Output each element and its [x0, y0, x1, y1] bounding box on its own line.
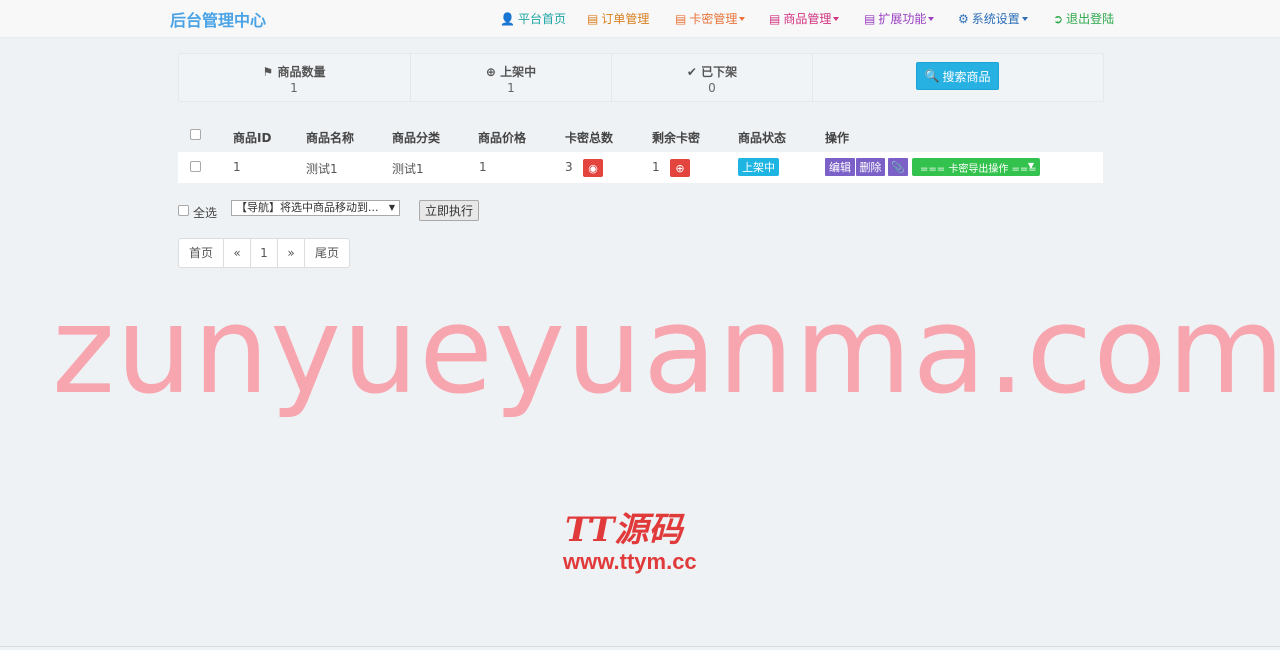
stats-panel: ⚑ 商品数量 1 ⊕ 上架中 1 ✔ 已下架 0 🔍 搜索商品 [178, 53, 1104, 102]
search-icon: 🔍 [924, 69, 940, 83]
link-button[interactable]: 📎 [888, 158, 908, 176]
stat-on-sale-value: 1 [507, 81, 515, 95]
paperclip-icon: 📎 [891, 160, 905, 174]
nav-home-label: 平台首页 [517, 12, 566, 26]
eye-icon: ◉ [588, 161, 598, 175]
watermark-text: zunyueyuanma.com [52, 282, 1280, 421]
col-header-total-cards: 卡密总数 [565, 131, 614, 145]
nav-logout[interactable]: ➲ 退出登陆 [1053, 10, 1114, 27]
select-all-label[interactable]: 全选 [193, 204, 217, 221]
list-icon: ▤ [769, 12, 781, 26]
gear-icon: ⚙ [958, 12, 969, 26]
card-export-select[interactable]: === 卡密导出操作 === ▼ [912, 158, 1040, 176]
chevron-down-icon: ▼ [1027, 161, 1034, 170]
stat-total-label: 商品数量 [277, 65, 326, 79]
nav-cards-label: 卡密管理 [689, 12, 738, 26]
flag-icon: ⚑ [262, 65, 274, 79]
col-header-price: 商品价格 [478, 131, 527, 145]
divider [0, 646, 1280, 647]
logo-url: www.ttym.cc [563, 549, 697, 574]
stat-off-sale-label: 已下架 [701, 65, 738, 79]
divider [812, 54, 813, 101]
page-1[interactable]: 1 [251, 239, 278, 267]
nav-products[interactable]: ▤ 商品管理 [769, 10, 840, 27]
col-header-name: 商品名称 [306, 131, 355, 145]
chevron-down-icon [928, 17, 935, 21]
search-products-button[interactable]: 🔍 搜索商品 [916, 62, 999, 90]
nav-settings[interactable]: ⚙ 系统设置 [958, 10, 1028, 27]
delete-button[interactable]: 删除 [856, 158, 885, 176]
nav-orders-label: 订单管理 [601, 12, 650, 26]
col-header-actions: 操作 [825, 131, 850, 145]
nav-orders[interactable]: ▤ 订单管理 [587, 10, 649, 27]
chevron-down-icon: ▼ [388, 203, 395, 212]
plus-circle-icon: ⊕ [485, 65, 496, 79]
stat-on-sale-label: 上架中 [500, 65, 537, 79]
nav-settings-label: 系统设置 [971, 12, 1020, 26]
search-products-label: 搜索商品 [942, 69, 991, 84]
pagination: 首页 « 1 » 尾页 [178, 238, 350, 268]
check-icon: ✔ [686, 65, 697, 79]
page-last[interactable]: 尾页 [305, 239, 349, 267]
select-all-header-checkbox[interactable] [190, 129, 201, 140]
page-first[interactable]: 首页 [179, 239, 224, 267]
status-badge[interactable]: 上架中 [738, 158, 779, 176]
bulk-move-select-value: 【导航】将选中商品移动到... [236, 201, 379, 214]
nav-extensions-label: 扩展功能 [878, 12, 927, 26]
card-export-label: === 卡密导出操作 === [920, 163, 1037, 175]
plus-circle-icon: ⊕ [675, 161, 685, 175]
col-header-status: 商品状态 [738, 131, 787, 145]
logout-icon: ➲ [1053, 12, 1064, 26]
list-icon: ▤ [587, 12, 599, 26]
chevron-down-icon [833, 17, 840, 21]
select-all-checkbox[interactable] [178, 205, 189, 216]
stat-total-value: 1 [290, 81, 298, 95]
cell-name: 测试1 [306, 162, 338, 176]
nav-products-label: 商品管理 [783, 12, 832, 26]
stat-off-sale-value: 0 [708, 81, 716, 95]
list-icon: ▤ [864, 12, 876, 26]
chevron-down-icon [1021, 17, 1028, 21]
col-header-remaining-cards: 剩余卡密 [652, 131, 701, 145]
logo-text: TT源码 [565, 510, 683, 550]
user-icon: 👤 [500, 12, 515, 26]
brand-title[interactable]: 后台管理中心 [170, 7, 266, 31]
page-next[interactable]: » [278, 239, 305, 267]
cell-remaining-cards: 1 [652, 160, 660, 174]
view-cards-button[interactable]: ◉ [583, 159, 603, 177]
col-header-category: 商品分类 [392, 131, 441, 145]
chevron-down-icon [739, 17, 746, 21]
edit-button[interactable]: 编辑 [825, 158, 855, 176]
nav-cards[interactable]: ▤ 卡密管理 [675, 10, 746, 27]
page-prev[interactable]: « [224, 239, 251, 267]
cell-total-cards: 3 [565, 160, 573, 174]
top-navbar: 后台管理中心 👤 平台首页 ▤ 订单管理 ▤ 卡密管理 ▤ 商品管理 ▤ 扩展功能 ⚙ 系统… [0, 0, 1280, 38]
nav-home[interactable]: 👤 平台首页 [500, 10, 566, 27]
cell-category: 测试1 [392, 162, 424, 176]
execute-button[interactable]: 立即执行 [419, 200, 479, 221]
cell-id: 1 [233, 160, 241, 174]
col-header-id: 商品ID [233, 131, 272, 145]
nav-extensions[interactable]: ▤ 扩展功能 [864, 10, 935, 27]
add-cards-button[interactable]: ⊕ [670, 159, 690, 177]
row-checkbox[interactable] [190, 161, 201, 172]
cell-price: 1 [479, 160, 487, 174]
bulk-move-select[interactable]: 【导航】将选中商品移动到... ▼ [231, 200, 400, 216]
nav-logout-label: 退出登陆 [1066, 12, 1115, 26]
list-icon: ▤ [675, 12, 687, 26]
